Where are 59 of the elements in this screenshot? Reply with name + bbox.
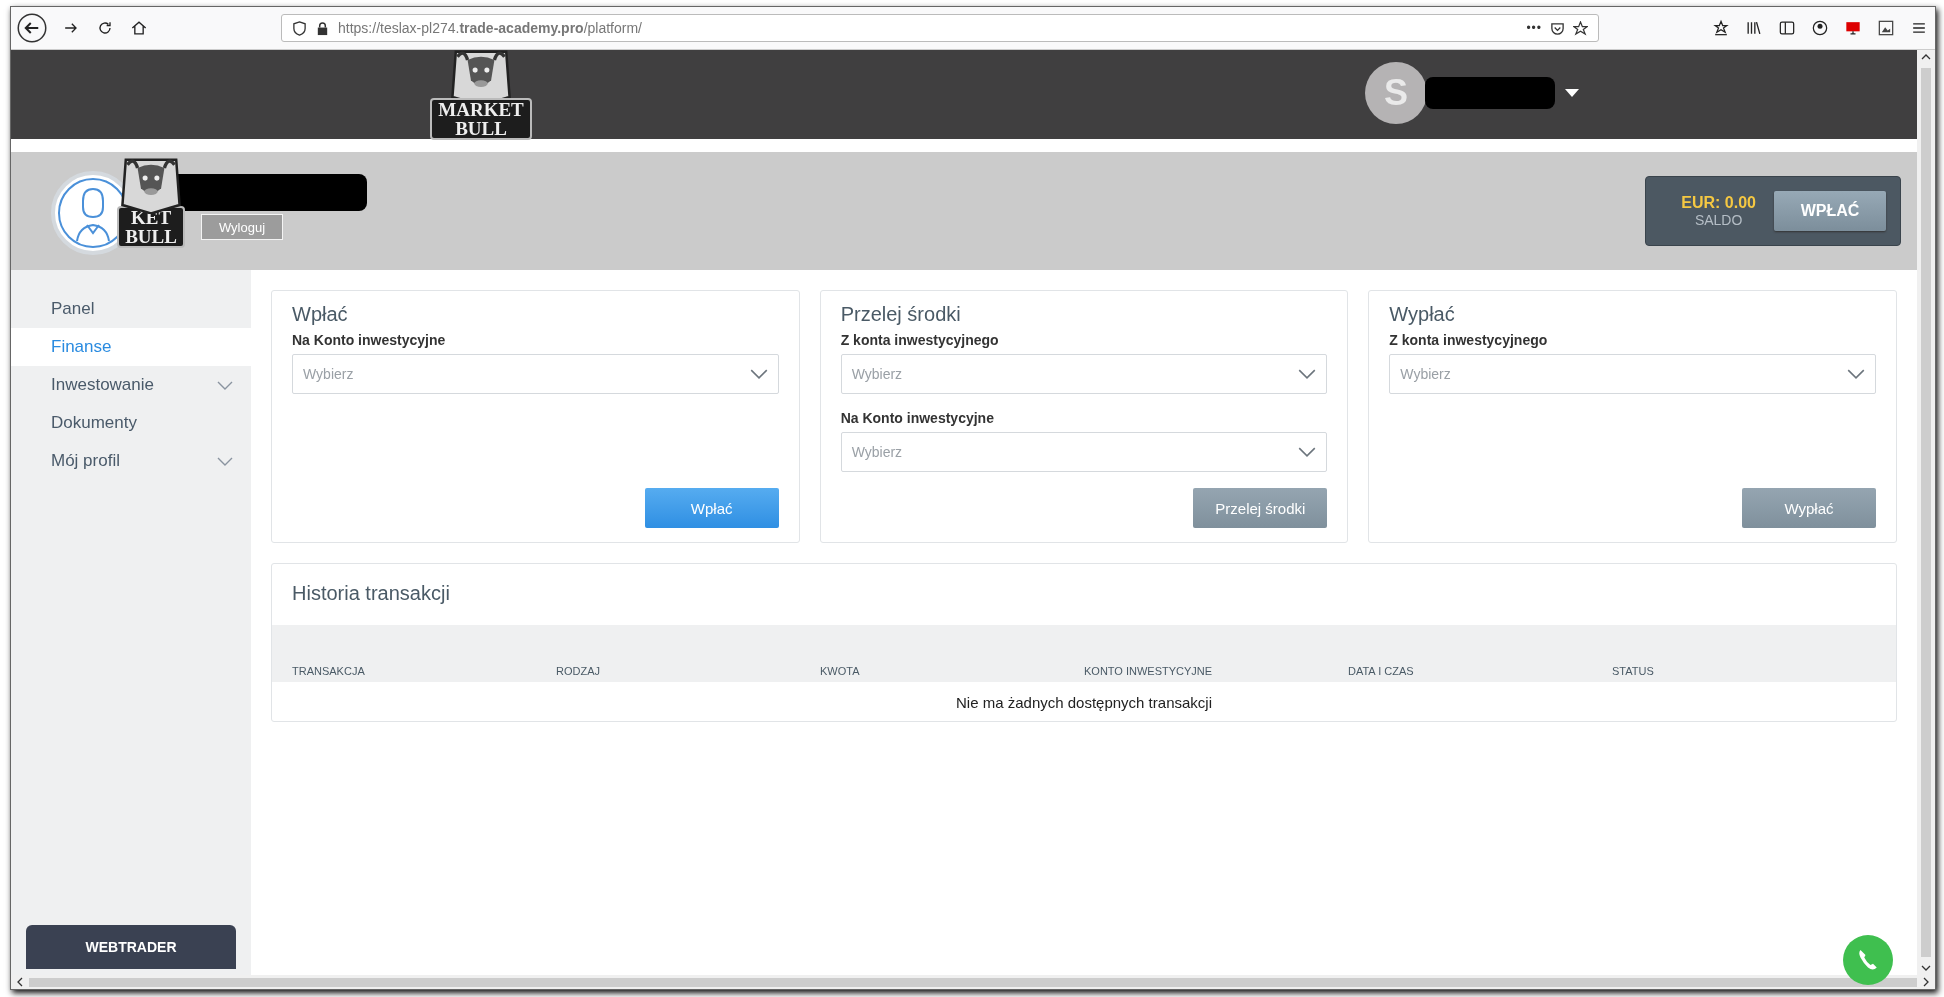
balance-label: SALDO [1694, 212, 1743, 228]
column-header: KWOTA [820, 665, 861, 677]
back-icon[interactable] [17, 13, 47, 43]
webtrader-button[interactable]: WEBTRADER [26, 925, 236, 969]
caret-icon [1565, 89, 1579, 97]
account-icon[interactable] [1810, 18, 1830, 38]
sidebar-item-label: Inwestowanie [51, 375, 154, 395]
address-bar[interactable]: https://teslax-pl274.trade-academy.pro/platform/ ••• [281, 14, 1599, 42]
page-actions-button[interactable]: ••• [1526, 21, 1542, 35]
select-field[interactable]: Wybierz [840, 432, 1328, 472]
vertical-scrollbar[interactable] [1917, 50, 1935, 975]
sidebar-item-label: Mój profil [51, 451, 120, 471]
select-field[interactable]: Wybierz [1389, 354, 1876, 394]
scroll-left-icon[interactable] [17, 977, 23, 987]
sidebar-item[interactable]: Inwestowanie [11, 366, 251, 404]
sidebar-item[interactable]: Mój profil [11, 442, 251, 480]
bookmarks-star-icon[interactable] [1711, 18, 1731, 38]
logout-button[interactable]: Wyloguj [201, 214, 283, 240]
sidebar-item-label: Finanse [51, 337, 112, 357]
column-header: DATA I CZAS [1348, 665, 1415, 677]
empty-message: Nie ma żadnych dostępnych transakcji [955, 693, 1213, 713]
chevron-down-icon [1298, 447, 1317, 457]
scroll-right-icon[interactable] [1923, 977, 1929, 987]
column-header: TRANSAKCJA [292, 665, 366, 677]
card-title: Wypłać [1389, 303, 1456, 326]
column-header: KONTO INWESTYCYJNE [1084, 665, 1214, 677]
field-label: Z konta inwestycyjnego [840, 332, 1000, 348]
sidebar-item-label: Dokumenty [51, 413, 137, 433]
url-text: https://teslax-pl274.trade-academy.pro/platform/ [338, 20, 642, 36]
field-label: Z konta inwestycyjnego [1389, 332, 1549, 348]
sidebar-item[interactable]: Panel [11, 290, 251, 328]
sidebar-item-label: Panel [51, 299, 95, 319]
pocket-icon[interactable] [1550, 20, 1565, 36]
card-title: Wpłać [292, 303, 349, 326]
card-title: Przelej środki [840, 303, 962, 326]
scroll-down-icon[interactable] [1921, 965, 1931, 971]
logo-text: MARKET [438, 100, 524, 119]
sidebar-item[interactable]: Finanse [11, 328, 251, 366]
sidebar-item[interactable]: Dokumenty [11, 404, 251, 442]
shield-icon [292, 20, 307, 36]
submit-button[interactable]: Wpłać [644, 488, 779, 528]
scroll-up-icon[interactable] [1921, 54, 1931, 60]
logo-text: BULL [125, 227, 177, 246]
lock-icon [315, 20, 330, 36]
chevron-down-icon [1847, 369, 1865, 379]
star-icon[interactable] [1573, 20, 1588, 36]
select-field[interactable]: Wybierz [292, 354, 779, 394]
chevron-down-icon [1298, 369, 1317, 379]
column-header: RODZAJ [556, 665, 601, 677]
field-label: Na Konto inwestycyjne [840, 410, 995, 426]
logo-text: BULL [455, 119, 507, 138]
column-header: STATUS [1612, 665, 1655, 677]
field-label: Na Konto inwestycyjne [292, 332, 447, 348]
select-field[interactable]: Wybierz [840, 354, 1328, 394]
card-title: Historia transakcji [291, 581, 451, 606]
horizontal-scrollbar[interactable] [11, 975, 1935, 989]
balance-amount: EUR: 0.00 [1681, 194, 1756, 212]
chevron-down-icon [749, 369, 768, 379]
deposit-button[interactable]: WPŁAĆ [1774, 191, 1886, 231]
